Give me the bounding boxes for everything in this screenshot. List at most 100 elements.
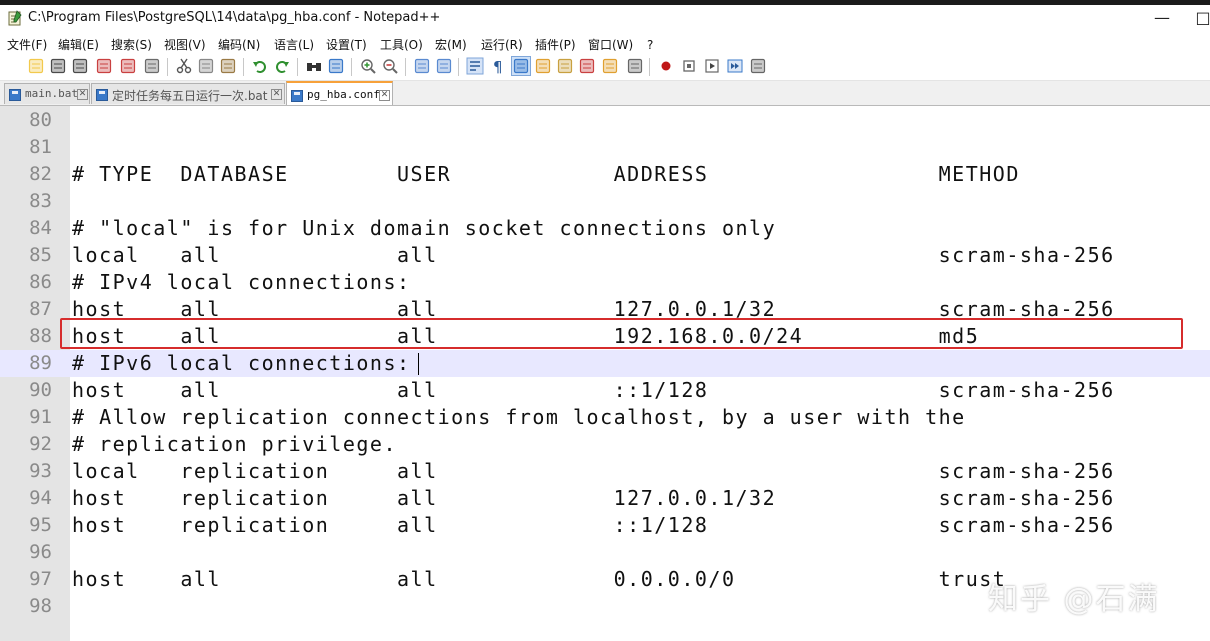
- print-icon[interactable]: [143, 57, 161, 75]
- svg-text:¶: ¶: [493, 58, 503, 75]
- maximize-button[interactable]: □: [1188, 8, 1210, 28]
- menu-item[interactable]: ?: [647, 36, 653, 54]
- save-all-icon[interactable]: [71, 57, 89, 75]
- tab-pg-hba-conf[interactable]: pg_hba.conf ✕: [286, 81, 393, 105]
- menu-item[interactable]: 运行(R): [481, 36, 523, 54]
- tab-label: 定时任务每五日运行一次.bat: [112, 89, 268, 103]
- toolbar-separator: [649, 58, 650, 76]
- stop-record-icon[interactable]: [680, 57, 698, 75]
- function-list-icon[interactable]: [578, 57, 596, 75]
- saved-file-icon: [96, 89, 108, 101]
- line-number: 90: [29, 379, 52, 401]
- menu-bar: 文件(F) 编辑(E) 搜索(S) 视图(V) 编码(N) 语言(L) 设置(T) 工具(O)…: [0, 36, 1210, 54]
- code-line[interactable]: 86 # IPv4 local connections:: [0, 269, 1210, 296]
- highlighted-code-line[interactable]: 88 host all all 192.168.0.0/24 md5: [0, 323, 1210, 350]
- code-line[interactable]: 84 # "local" is for Unix domain socket co…: [0, 215, 1210, 242]
- line-number: 92: [29, 433, 52, 455]
- line-number: 83: [29, 190, 52, 212]
- menu-item[interactable]: 搜索(S): [111, 36, 152, 54]
- monitor-icon[interactable]: [626, 57, 644, 75]
- code-line[interactable]: 85 local all all scram-sha-256: [0, 242, 1210, 269]
- undo-icon[interactable]: [251, 57, 269, 75]
- save-icon[interactable]: [49, 57, 67, 75]
- save-macro-icon[interactable]: [749, 57, 767, 75]
- line-number: 97: [29, 568, 52, 590]
- cut-icon[interactable]: [175, 57, 193, 75]
- replace-icon[interactable]: [327, 57, 345, 75]
- line-text: host all all 192.168.0.0/24 md5: [72, 324, 980, 348]
- line-text: host replication all ::1/128 scram-sha-2…: [72, 513, 1115, 537]
- record-macro-icon[interactable]: [657, 57, 675, 75]
- tab-scheduled-task-bat[interactable]: 定时任务每五日运行一次.bat ✕: [91, 83, 285, 104]
- line-text: # Allow replication connections from loc…: [72, 405, 966, 429]
- sync-horizontal-icon[interactable]: [435, 57, 453, 75]
- find-icon[interactable]: [305, 57, 323, 75]
- code-line[interactable]: 89 # IPv6 local connections:: [0, 350, 1210, 377]
- play-macro-icon[interactable]: [703, 57, 721, 75]
- saved-file-icon: [291, 90, 303, 102]
- menu-item[interactable]: 视图(V): [164, 36, 206, 54]
- doc-map-icon[interactable]: [556, 57, 574, 75]
- toolbar-separator: [458, 58, 459, 76]
- new-file-icon[interactable]: [6, 57, 24, 75]
- saved-file-icon: [9, 89, 21, 101]
- show-all-chars-icon[interactable]: ¶: [489, 57, 507, 76]
- word-wrap-icon[interactable]: [466, 57, 484, 75]
- line-number: 96: [29, 541, 52, 563]
- code-line[interactable]: 90 host all all ::1/128 scram-sha-256: [0, 377, 1210, 404]
- line-text: host all all 127.0.0.1/32 scram-sha-256: [72, 297, 1115, 321]
- code-line[interactable]: 94 host replication all 127.0.0.1/32 scra…: [0, 485, 1210, 512]
- sync-vertical-icon[interactable]: [413, 57, 431, 75]
- line-text: host all all 0.0.0.0/0 trust: [72, 567, 1007, 591]
- paste-icon[interactable]: [219, 57, 237, 75]
- zoom-out-icon[interactable]: [381, 57, 399, 75]
- menu-item[interactable]: 工具(O): [380, 36, 423, 54]
- menu-item[interactable]: 插件(P): [535, 36, 576, 54]
- toolbar-separator: [297, 58, 298, 76]
- line-number: 94: [29, 487, 52, 509]
- code-line[interactable]: 87 host all all 127.0.0.1/32 scram-sha-25…: [0, 296, 1210, 323]
- code-line[interactable]: 82 # TYPE DATABASE USER ADDRESS METHOD: [0, 161, 1210, 188]
- code-line[interactable]: 81: [0, 134, 1210, 161]
- menu-item[interactable]: 宏(M): [435, 36, 467, 54]
- zoom-in-icon[interactable]: [359, 57, 377, 75]
- line-text: # IPv4 local connections:: [72, 270, 411, 294]
- minimize-button[interactable]: —: [1147, 8, 1177, 28]
- menu-item[interactable]: 设置(T): [326, 36, 367, 54]
- close-tab-icon[interactable]: ✕: [379, 90, 390, 101]
- code-line[interactable]: 98: [0, 593, 1210, 620]
- tab-main-bat[interactable]: main.bat ✕: [4, 83, 90, 104]
- line-number: 89: [29, 352, 52, 374]
- menu-item[interactable]: 编码(N): [218, 36, 260, 54]
- folder-workspace-icon[interactable]: [601, 57, 619, 75]
- code-line[interactable]: 93 local replication all scram-sha-256: [0, 458, 1210, 485]
- code-line[interactable]: 83: [0, 188, 1210, 215]
- menu-item[interactable]: 语言(L): [274, 36, 314, 54]
- close-tab-icon[interactable]: ✕: [271, 89, 282, 100]
- code-line[interactable]: 97 host all all 0.0.0.0/0 trust: [0, 566, 1210, 593]
- code-line[interactable]: 95 host replication all ::1/128 scram-sha…: [0, 512, 1210, 539]
- line-number: 98: [29, 595, 52, 617]
- menu-item[interactable]: 编辑(E): [58, 36, 99, 54]
- line-number: 86: [29, 271, 52, 293]
- run-macro-multiple-icon[interactable]: [726, 57, 744, 75]
- code-line[interactable]: 80: [0, 107, 1210, 134]
- line-text: local all all scram-sha-256: [72, 243, 1115, 267]
- top-strip: [0, 0, 1210, 5]
- close-tab-icon[interactable]: ✕: [77, 89, 88, 100]
- close-all-icon[interactable]: [119, 57, 137, 75]
- menu-item[interactable]: 文件(F): [7, 36, 47, 54]
- close-icon[interactable]: [95, 57, 113, 75]
- copy-icon[interactable]: [197, 57, 215, 75]
- redo-icon[interactable]: [273, 57, 291, 75]
- indent-guide-icon[interactable]: [511, 56, 531, 76]
- user-language-icon[interactable]: [534, 57, 552, 75]
- code-line[interactable]: 92 # replication privilege.: [0, 431, 1210, 458]
- toolbar-separator: [405, 58, 406, 76]
- code-line[interactable]: 96: [0, 539, 1210, 566]
- menu-item[interactable]: 窗口(W): [588, 36, 633, 54]
- open-file-icon[interactable]: [27, 57, 45, 75]
- notepad-app-icon: [8, 10, 22, 26]
- editor[interactable]: 80 81 82 # TYPE DATABASE USER ADDRESS METHO…: [0, 106, 1210, 641]
- code-line[interactable]: 91 # Allow replication connections from l…: [0, 404, 1210, 431]
